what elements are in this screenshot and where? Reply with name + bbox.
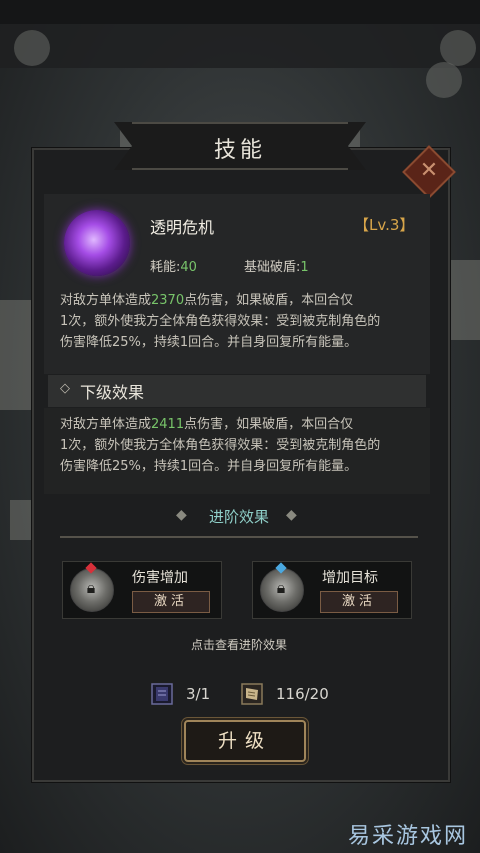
dialog-title: 技能 [213,138,266,163]
background-left-block [0,300,34,410]
background-settings-icon [440,30,476,66]
advanced-item-name: 伤害增加 [132,570,188,586]
lock-icon: 🔒︎ [86,578,96,597]
base-shield-break: 基础破盾:1 [244,260,309,275]
energy-cost: 耗能:40 [150,260,197,275]
background-side-icon [426,62,462,98]
background-right-block [446,260,480,340]
lock-icon: 🔒︎ [276,578,286,597]
watermark: 易采游戏网 [347,824,468,849]
skill-vortex-icon [64,210,130,276]
advanced-item-name: 增加目标 [322,570,378,586]
close-icon[interactable]: ✕ [412,154,446,188]
skill-name: 透明危机 [150,218,215,237]
title-banner: 技能 [114,122,366,170]
skill-description: 对敌方单体造成2370点伤害，如果破盾，本回合仅 1次，额外使我方全体角色获得效… [60,293,381,350]
status-bar [0,0,480,24]
skill-level: 【Lv.3】 [354,216,415,234]
scroll-icon [241,683,263,705]
activate-button[interactable]: 激活 [132,591,210,613]
book-cost: 3/1 [186,685,211,703]
activate-button[interactable]: 激活 [320,591,398,613]
advanced-effects-title: 进阶效果 [208,508,269,526]
advanced-right-arrow-icon: ◆ [286,507,297,523]
resource-bar [0,24,480,68]
upgrade-label[interactable]: 升级 [184,726,306,753]
advanced-hint[interactable]: 点击查看进阶效果 [0,636,478,653]
next-level-description: 对敌方单体造成2411点伤害，如果破盾，本回合仅 1次，额外使我方全体角色获得效… [60,417,381,474]
next-level-title: 下级效果 [80,383,145,402]
scroll-cost: 116/20 [276,685,329,703]
skill-book-icon [151,683,173,705]
diamond-bullet-icon: ◇ [60,381,70,396]
divider [60,536,418,538]
background-menu-icon [14,30,50,66]
